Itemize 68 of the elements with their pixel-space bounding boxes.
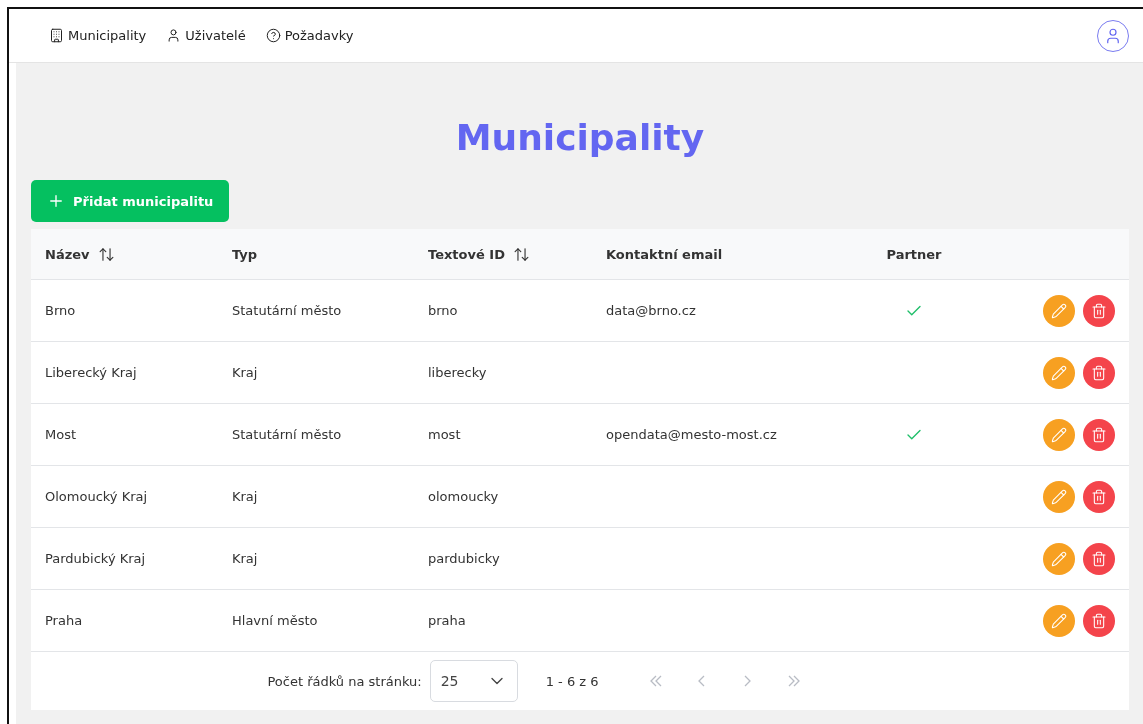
edit-button[interactable]	[1043, 480, 1075, 513]
delete-button[interactable]	[1083, 418, 1115, 451]
help-icon	[265, 28, 281, 43]
double-chevron-icon	[649, 675, 662, 687]
table-cell-text: data@brno.cz	[606, 303, 697, 318]
delete-button[interactable]	[1083, 604, 1115, 637]
delete-button[interactable]	[1083, 356, 1115, 389]
pencil-icon	[1051, 488, 1067, 505]
column-header: Textové ID	[428, 246, 505, 262]
table-cell-text: Olomoucký Kraj	[45, 489, 149, 504]
trash-icon	[1091, 488, 1107, 505]
chevron-icon	[744, 675, 752, 687]
table-cell-text: praha	[428, 613, 467, 628]
user-icon	[1104, 26, 1122, 45]
nav-link[interactable]: Uživatelé	[185, 28, 246, 43]
table-cell-text: Hlavní město	[232, 613, 319, 628]
rows-per-page-label: Počet řádků na stránku:	[267, 673, 422, 689]
column-header: Partner	[886, 246, 942, 262]
table-cell-text: brno	[428, 303, 459, 318]
pencil-icon	[1051, 364, 1067, 381]
trash-icon	[1091, 612, 1107, 629]
nav-link[interactable]: Municipality	[68, 28, 147, 43]
table-cell-text: Brno	[45, 303, 77, 318]
edit-button[interactable]	[1043, 356, 1075, 389]
trash-icon	[1091, 302, 1107, 319]
column-header: Název	[45, 246, 90, 262]
nav-link[interactable]: Požadavky	[284, 28, 354, 43]
page-title: Municipality	[455, 117, 705, 158]
trash-icon	[1091, 426, 1107, 443]
delete-button[interactable]	[1083, 294, 1115, 327]
column-header: Typ	[232, 246, 258, 262]
profile-button[interactable]	[1097, 19, 1129, 52]
delete-button[interactable]	[1083, 542, 1115, 575]
table-cell-text: Statutární město	[232, 427, 343, 442]
pencil-icon	[1051, 550, 1067, 567]
trash-icon	[1091, 550, 1107, 567]
table-cell-text: Kraj	[232, 489, 259, 504]
table-cell-text: pardubicky	[428, 551, 501, 566]
table-cell-text: Kraj	[232, 551, 259, 566]
building-icon	[49, 28, 64, 43]
table-cell-text: liberecky	[428, 365, 488, 380]
sort-icon[interactable]	[512, 245, 530, 263]
table-cell-text: Most	[45, 427, 78, 442]
table-cell-text: Kraj	[232, 365, 259, 380]
chevron-icon	[698, 675, 706, 687]
table-cell-text: Statutární město	[232, 303, 343, 318]
table-cell-text: Praha	[45, 613, 84, 628]
edit-button[interactable]	[1043, 604, 1075, 637]
edit-button[interactable]	[1043, 294, 1075, 327]
page-range: 1 - 6 z 6	[545, 673, 599, 689]
table-cell-text: olomoucky	[428, 489, 500, 504]
edit-button[interactable]	[1043, 418, 1075, 451]
column-header: Kontaktní email	[606, 246, 723, 262]
double-chevron-icon	[787, 675, 800, 687]
sort-icon[interactable]	[97, 245, 115, 263]
pencil-icon	[1051, 426, 1067, 443]
pencil-icon	[1051, 302, 1067, 319]
table-cell-text: opendata@mesto-most.cz	[606, 427, 778, 442]
pencil-icon	[1051, 612, 1067, 629]
page-size-select[interactable]: 25	[429, 660, 518, 702]
table-cell-text: Pardubický Kraj	[45, 551, 147, 566]
trash-icon	[1091, 364, 1107, 381]
edit-button[interactable]	[1043, 542, 1075, 575]
table-cell-text: Liberecký Kraj	[45, 365, 138, 380]
delete-button[interactable]	[1083, 480, 1115, 513]
table-cell-text: most	[428, 427, 462, 442]
plus-icon	[47, 192, 65, 210]
user-icon	[166, 28, 182, 43]
